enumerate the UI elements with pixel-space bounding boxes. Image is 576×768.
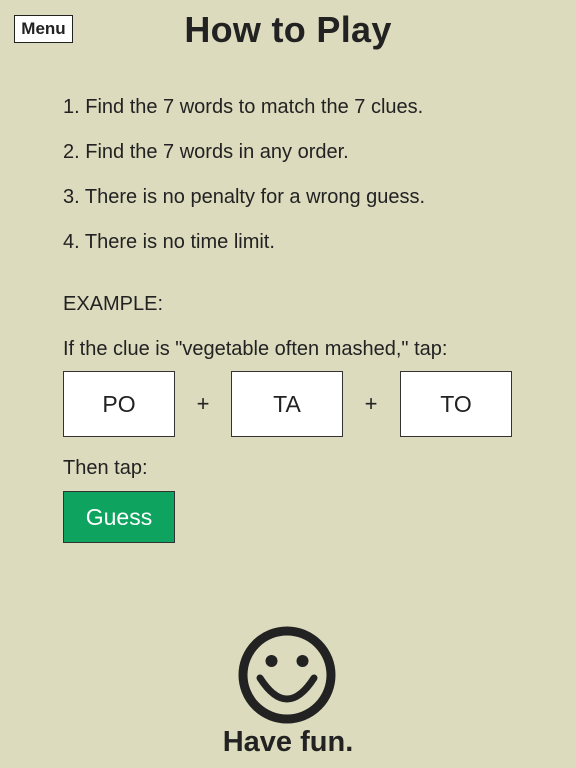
have-fun-message: Have fun. — [222, 726, 354, 758]
rule-item-3: 3. There is no penalty for a wrong guess… — [63, 186, 426, 208]
example-clue-text: If the clue is "vegetable often mashed,"… — [63, 338, 448, 360]
rule-item-2: 2. Find the 7 words in any order. — [63, 141, 349, 163]
rule-item-1: 1. Find the 7 words to match the 7 clues… — [63, 96, 424, 118]
then-tap-text: Then tap: — [63, 457, 148, 479]
plus-sign: + — [364, 391, 378, 416]
rule-item-4: 4. There is no time limit. — [63, 231, 275, 253]
example-heading: EXAMPLE: — [63, 293, 164, 315]
syllable-tile-po[interactable]: PO — [63, 371, 175, 437]
page-title: How to Play — [184, 9, 392, 50]
syllable-tile-ta[interactable]: TA — [231, 371, 343, 437]
rules-list: 1. Find the 7 words to match the 7 clues… — [63, 92, 425, 272]
guess-button[interactable]: Guess — [63, 491, 175, 543]
smiley-face-icon — [238, 626, 336, 724]
syllable-tile-to[interactable]: TO — [400, 371, 512, 437]
plus-sign: + — [196, 391, 210, 416]
